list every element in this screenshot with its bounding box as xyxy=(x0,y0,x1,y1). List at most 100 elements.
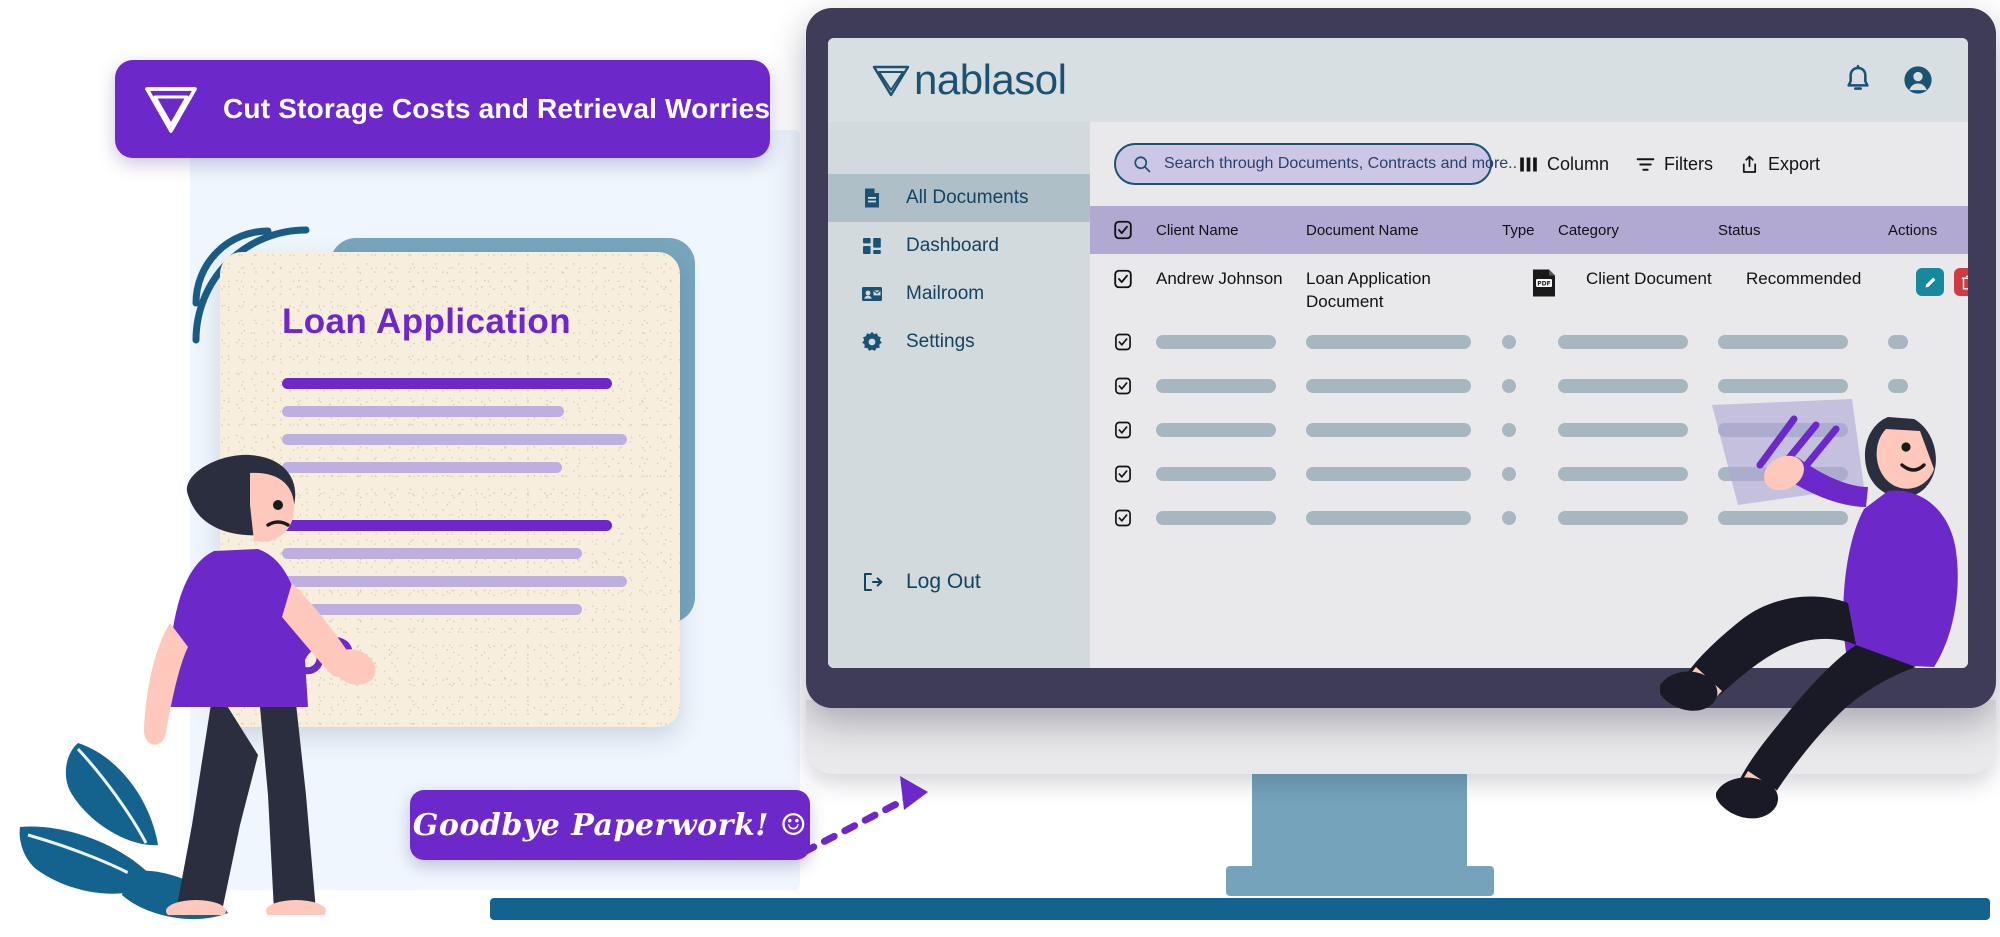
skeleton-bar xyxy=(1306,335,1471,349)
column-header[interactable]: Category xyxy=(1558,222,1718,239)
man-standing-with-paper-illustration xyxy=(143,454,376,915)
document-icon xyxy=(865,188,879,208)
skeleton-bar xyxy=(1156,335,1276,349)
sidebar-item-settings[interactable]: Settings xyxy=(828,318,1090,366)
pdf-file-icon: PDF xyxy=(1533,269,1555,297)
app-header: nablasol xyxy=(828,38,1968,122)
skeleton-cell-actions xyxy=(1888,335,1968,349)
skeleton-bar xyxy=(1502,335,1516,349)
skeleton-bar xyxy=(1718,379,1848,393)
skeleton-bar xyxy=(1306,379,1471,393)
delete-button[interactable] xyxy=(1954,268,1968,296)
toolbar: Search through Documents, Contracts and … xyxy=(1090,122,1968,206)
goodbye-paperwork-text: Goodbye Paperwork! ☺ xyxy=(412,807,808,843)
user-avatar-icon[interactable] xyxy=(1902,64,1934,96)
skeleton-bar xyxy=(1502,467,1516,481)
sidebar-item-mailroom[interactable]: Mailroom xyxy=(828,270,1090,318)
checkbox-checked-icon xyxy=(1115,333,1131,351)
sidebar-item-dashboard[interactable]: Dashboard xyxy=(828,222,1090,270)
mailroom-contact-card-icon xyxy=(862,287,882,301)
cell-document-name: Loan Application Document xyxy=(1306,269,1431,311)
brand: nablasol xyxy=(870,56,1067,104)
skeleton-bar xyxy=(1156,423,1276,437)
skeleton-cell xyxy=(1306,423,1502,437)
checkbox-checked-icon xyxy=(1115,377,1131,395)
column-button[interactable]: Column xyxy=(1518,154,1609,175)
checkbox-checked-icon xyxy=(1115,465,1131,483)
skeleton-cell-actions xyxy=(1888,379,1968,393)
skeleton-bar xyxy=(1156,511,1276,525)
column-header[interactable]: Type xyxy=(1502,222,1558,239)
skeleton-cell xyxy=(1502,467,1558,481)
sidebar: All Documents Dashboard Mailroom Setting… xyxy=(828,122,1090,668)
search-input[interactable]: Search through Documents, Contracts and … xyxy=(1114,143,1517,185)
monitor-neck xyxy=(1252,774,1467,894)
skeleton-cell xyxy=(1502,511,1558,525)
skeleton-row[interactable] xyxy=(1090,320,1968,364)
export-button[interactable]: Export xyxy=(1739,154,1820,175)
skeleton-cell xyxy=(1156,379,1306,393)
column-icon xyxy=(1520,157,1537,171)
column-header[interactable]: Document Name xyxy=(1306,222,1502,239)
skeleton-cell xyxy=(1558,379,1718,393)
skeleton-bar xyxy=(1156,379,1276,393)
export-button-label: Export xyxy=(1768,153,1821,174)
skeleton-cell xyxy=(1306,511,1502,525)
gear-icon xyxy=(862,331,882,351)
row-checkbox[interactable] xyxy=(1090,332,1156,352)
row-checkbox[interactable] xyxy=(1090,464,1156,484)
skeleton-cell xyxy=(1306,467,1502,481)
row-checkbox[interactable] xyxy=(1090,268,1156,290)
illustration-stage: Loan Application Cut Storage Costs and R… xyxy=(0,0,2000,937)
logout-label: Log Out xyxy=(906,570,981,593)
filters-button[interactable]: Filters xyxy=(1635,154,1713,175)
checkbox-checked-icon xyxy=(1115,421,1131,439)
sidebar-item-label: All Documents xyxy=(906,187,1029,208)
brand-name: nablasol xyxy=(914,56,1067,103)
skeleton-cell xyxy=(1502,423,1558,437)
sidebar-item-label: Mailroom xyxy=(906,283,985,304)
cell-category: Client Document xyxy=(1586,269,1712,288)
skeleton-bar xyxy=(1502,379,1516,393)
cell-client-name: Andrew Johnson xyxy=(1156,269,1283,288)
nabla-triangle-icon xyxy=(872,65,910,97)
dashboard-grid-icon xyxy=(863,238,881,254)
skeleton-bar xyxy=(1306,467,1471,481)
cell-actions xyxy=(1916,268,1968,296)
column-header[interactable]: Status xyxy=(1718,222,1888,239)
skeleton-bar xyxy=(1558,379,1688,393)
skeleton-cell xyxy=(1156,467,1306,481)
paper-title: Loan Application xyxy=(282,302,571,341)
sidebar-item-label: Dashboard xyxy=(906,235,999,256)
cell-type: PDF xyxy=(1530,268,1586,303)
skeleton-bar xyxy=(1502,511,1516,525)
skeleton-cell xyxy=(1502,379,1558,393)
row-checkbox[interactable] xyxy=(1090,376,1156,396)
sidebar-item-all-documents[interactable]: All Documents xyxy=(828,174,1090,222)
header-icons xyxy=(1842,64,1934,96)
skeleton-cell xyxy=(1558,335,1718,349)
select-all-checkbox[interactable] xyxy=(1090,219,1156,241)
edit-pencil-icon xyxy=(1925,277,1935,287)
cell-status: Recommended xyxy=(1746,269,1862,288)
table-row[interactable]: Andrew Johnson Loan Application Document… xyxy=(1090,254,1968,320)
svg-text:PDF: PDF xyxy=(1537,281,1550,288)
column-header[interactable]: Client Name xyxy=(1156,222,1306,239)
bell-icon[interactable] xyxy=(1842,64,1874,96)
nablasol-triangle-logo-icon xyxy=(145,87,197,133)
column-header[interactable]: Actions xyxy=(1888,222,1968,239)
skeleton-bar xyxy=(1888,379,1908,393)
row-checkbox[interactable] xyxy=(1090,420,1156,440)
checkbox-checked-icon xyxy=(1114,269,1132,289)
table-header-row: Client Name Document Name Type Category … xyxy=(1090,206,1968,254)
export-upload-icon xyxy=(1742,155,1757,173)
desk-surface xyxy=(490,898,1990,920)
edit-button[interactable] xyxy=(1916,268,1944,296)
checkbox-checked-icon xyxy=(1114,220,1132,240)
skeleton-cell xyxy=(1306,379,1502,393)
skeleton-cell xyxy=(1156,423,1306,437)
skeleton-bar xyxy=(1888,335,1908,349)
sidebar-item-logout[interactable]: Log Out xyxy=(828,558,1090,606)
row-checkbox[interactable] xyxy=(1090,508,1156,528)
